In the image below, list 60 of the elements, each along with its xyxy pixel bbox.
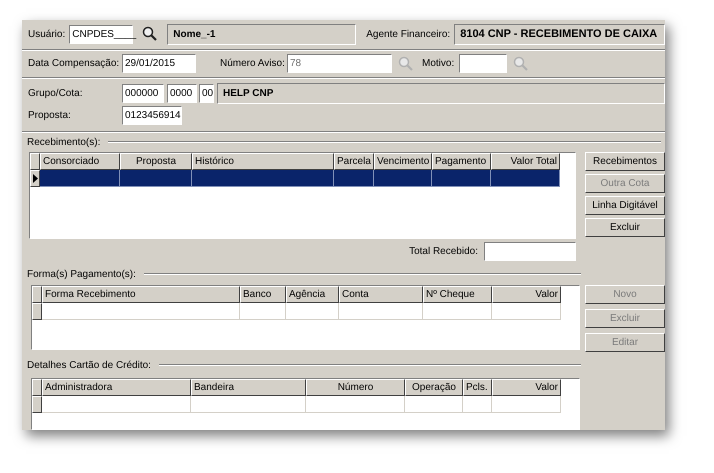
- column-header[interactable]: Valor: [492, 286, 561, 303]
- column-header[interactable]: Consorciado: [40, 153, 120, 170]
- column-header[interactable]: Proposta: [120, 153, 192, 170]
- column-header[interactable]: Bandeira: [191, 379, 306, 396]
- section-title: Forma(s) Pagamento(s):: [27, 268, 136, 282]
- row-indicator[interactable]: [30, 170, 40, 187]
- column-header[interactable]: Pagamento: [432, 153, 491, 170]
- input-field[interactable]: 0000: [167, 84, 197, 104]
- input-field[interactable]: [484, 242, 576, 261]
- action-button[interactable]: Excluir: [585, 218, 665, 237]
- column-header[interactable]: Número: [306, 379, 405, 396]
- field-label: Motivo:: [422, 58, 454, 70]
- section-title: Recebimento(s):: [27, 136, 100, 150]
- read-only-field: HELP CNP: [217, 83, 665, 104]
- grid-cell: [374, 170, 432, 187]
- column-header[interactable]: Valor Total: [491, 153, 560, 170]
- column-header[interactable]: Forma Recebimento: [42, 286, 240, 303]
- field-label: Agente Financeiro:: [366, 28, 450, 40]
- input-field[interactable]: 000000: [122, 84, 164, 104]
- input-field[interactable]: 0123456914: [122, 106, 182, 126]
- grid-cell: [432, 170, 491, 187]
- grid-cell: [491, 170, 560, 187]
- search-icon[interactable]: [142, 26, 158, 42]
- field-label: Grupo/Cota:: [28, 88, 82, 100]
- field-label: Data Compensação:: [28, 58, 120, 70]
- column-header[interactable]: Operação: [405, 379, 463, 396]
- input-field[interactable]: 29/01/2015: [122, 54, 196, 74]
- column-header[interactable]: Parcela: [334, 153, 374, 170]
- grid-cell: [334, 170, 374, 187]
- column-header[interactable]: Vencimento: [374, 153, 432, 170]
- action-button[interactable]: Linha Digitável: [585, 196, 665, 215]
- row-indicator[interactable]: [32, 303, 42, 320]
- grid-cell: [405, 396, 463, 413]
- field-label: Usuário:: [28, 28, 66, 40]
- column-header[interactable]: Nº Cheque: [423, 286, 492, 303]
- column-header[interactable]: Conta: [339, 286, 423, 303]
- column-header[interactable]: Administradora: [42, 379, 191, 396]
- read-only-field: 8104 CNP - RECEBIMENTO DE CAIXA: [454, 24, 665, 45]
- field-label: Número Aviso:: [220, 58, 285, 70]
- action-button[interactable]: Recebimentos: [585, 152, 665, 171]
- grid-cell: [423, 303, 492, 320]
- grid-cell: [492, 396, 561, 413]
- read-only-field: Nome_-1: [167, 24, 356, 45]
- input-field[interactable]: [459, 54, 507, 74]
- field-label: Proposta:: [28, 110, 71, 122]
- field-label: Total Recebido:: [409, 246, 478, 257]
- input-field[interactable]: 00: [199, 84, 214, 104]
- current-row-icon: [32, 174, 38, 183]
- column-header[interactable]: Agência: [286, 286, 339, 303]
- grid-cell: [463, 396, 492, 413]
- column-header[interactable]: Valor: [492, 379, 561, 396]
- section-title: Detalhes Cartão de Crédito:: [27, 358, 151, 372]
- column-header[interactable]: Banco: [240, 286, 286, 303]
- column-header[interactable]: Histórico: [192, 153, 334, 170]
- grid-cell: [120, 170, 192, 187]
- grid-cell: [240, 303, 286, 320]
- row-indicator[interactable]: [32, 396, 42, 413]
- grid-cell: [286, 303, 339, 320]
- column-header[interactable]: Pcls.: [463, 379, 492, 396]
- grid-cell: [492, 303, 561, 320]
